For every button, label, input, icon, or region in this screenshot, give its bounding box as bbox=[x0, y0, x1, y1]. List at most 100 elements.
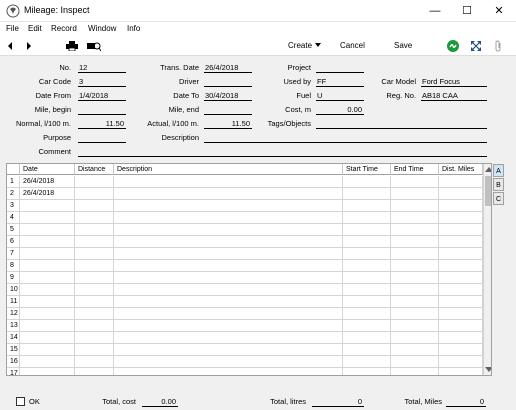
grid-cell[interactable] bbox=[114, 332, 343, 343]
grid-cell[interactable] bbox=[114, 320, 343, 331]
table-row[interactable]: 13 bbox=[7, 320, 483, 332]
mile-begin-field[interactable] bbox=[78, 105, 126, 115]
grid-cell[interactable] bbox=[343, 284, 391, 295]
grid-cell[interactable] bbox=[439, 308, 483, 319]
grid-cell[interactable] bbox=[114, 200, 343, 211]
grid-cell[interactable] bbox=[114, 284, 343, 295]
cost-m-field[interactable]: 0.00 bbox=[316, 105, 364, 115]
grid-cell[interactable] bbox=[439, 224, 483, 235]
ok-checkbox[interactable] bbox=[16, 397, 25, 406]
grid-cell[interactable] bbox=[75, 284, 114, 295]
grid-cell[interactable] bbox=[439, 260, 483, 271]
menu-record[interactable]: Record bbox=[51, 24, 77, 33]
comment-field[interactable] bbox=[78, 147, 487, 157]
grid-cell[interactable] bbox=[343, 212, 391, 223]
grid-cell[interactable] bbox=[343, 236, 391, 247]
tab-a[interactable]: A bbox=[493, 164, 504, 177]
grid-cell[interactable] bbox=[439, 296, 483, 307]
date-cell[interactable] bbox=[20, 344, 75, 355]
grid-cell[interactable] bbox=[114, 176, 343, 187]
grid-cell[interactable] bbox=[391, 284, 439, 295]
grid-cell[interactable] bbox=[343, 272, 391, 283]
grid-cell[interactable] bbox=[439, 272, 483, 283]
grid-cell[interactable] bbox=[75, 368, 114, 375]
purpose-field[interactable] bbox=[78, 133, 126, 143]
table-row[interactable]: 6 bbox=[7, 236, 483, 248]
table-row[interactable]: 16 bbox=[7, 356, 483, 368]
date-cell[interactable] bbox=[20, 272, 75, 283]
chevron-down-icon[interactable] bbox=[315, 43, 321, 47]
grid-cell[interactable] bbox=[75, 272, 114, 283]
grid-cell[interactable] bbox=[439, 332, 483, 343]
grid-cell[interactable] bbox=[75, 308, 114, 319]
grid-cell[interactable] bbox=[391, 308, 439, 319]
car-code-field[interactable]: 3 bbox=[78, 77, 126, 87]
grid-cell[interactable] bbox=[439, 188, 483, 199]
date-cell[interactable] bbox=[20, 236, 75, 247]
grid-cell[interactable] bbox=[114, 272, 343, 283]
grid-cell[interactable] bbox=[343, 356, 391, 367]
table-row[interactable]: 14 bbox=[7, 332, 483, 344]
reg-no-field[interactable]: AB18 CAA bbox=[421, 91, 487, 101]
grid-cell[interactable] bbox=[343, 296, 391, 307]
grid-scrollbar[interactable] bbox=[483, 164, 491, 375]
grid-cell[interactable] bbox=[75, 212, 114, 223]
grid-cell[interactable] bbox=[343, 188, 391, 199]
grid-cell[interactable] bbox=[439, 284, 483, 295]
menu-edit[interactable]: Edit bbox=[28, 24, 42, 33]
grid-cell[interactable] bbox=[114, 308, 343, 319]
grid-cell[interactable] bbox=[439, 368, 483, 375]
date-cell[interactable] bbox=[20, 320, 75, 331]
grid-cell[interactable] bbox=[439, 212, 483, 223]
status-ok-icon[interactable] bbox=[447, 40, 459, 52]
close-button[interactable]: ✕ bbox=[484, 0, 514, 22]
grid-cell[interactable] bbox=[439, 200, 483, 211]
grid-cell[interactable] bbox=[391, 200, 439, 211]
grid-cell[interactable] bbox=[343, 344, 391, 355]
table-row[interactable]: 17 bbox=[7, 368, 483, 375]
table-row[interactable]: 3 bbox=[7, 200, 483, 212]
previous-record-icon[interactable] bbox=[6, 41, 14, 51]
table-row[interactable]: 4 bbox=[7, 212, 483, 224]
grid-cell[interactable] bbox=[343, 320, 391, 331]
grid-cell[interactable] bbox=[391, 176, 439, 187]
fuel-field[interactable]: U bbox=[316, 91, 364, 101]
date-cell[interactable] bbox=[20, 212, 75, 223]
grid-cell[interactable] bbox=[75, 260, 114, 271]
table-row[interactable]: 9 bbox=[7, 272, 483, 284]
grid-cell[interactable] bbox=[343, 176, 391, 187]
grid-cell[interactable] bbox=[439, 344, 483, 355]
grid-cell[interactable] bbox=[114, 296, 343, 307]
print-icon[interactable] bbox=[66, 41, 78, 51]
grid-cell[interactable] bbox=[391, 224, 439, 235]
date-to-field[interactable]: 30/4/2018 bbox=[204, 91, 252, 101]
grid-cell[interactable] bbox=[391, 248, 439, 259]
grid-cell[interactable] bbox=[114, 356, 343, 367]
date-column-header[interactable]: Date bbox=[20, 164, 75, 175]
date-cell[interactable] bbox=[20, 284, 75, 295]
grid-cell[interactable] bbox=[75, 356, 114, 367]
tags-objects-field[interactable] bbox=[316, 119, 487, 129]
grid-cell[interactable] bbox=[343, 248, 391, 259]
date-cell[interactable] bbox=[20, 308, 75, 319]
menu-info[interactable]: Info bbox=[127, 24, 140, 33]
grid-cell[interactable] bbox=[391, 320, 439, 331]
date-cell[interactable] bbox=[20, 248, 75, 259]
grid-cell[interactable] bbox=[114, 368, 343, 375]
grid-cell[interactable] bbox=[343, 308, 391, 319]
table-row[interactable]: 5 bbox=[7, 224, 483, 236]
grid-cell[interactable] bbox=[343, 368, 391, 375]
end-time-column-header[interactable]: End Time bbox=[391, 164, 439, 175]
table-row[interactable]: 10 bbox=[7, 284, 483, 296]
date-cell[interactable] bbox=[20, 332, 75, 343]
grid-cell[interactable] bbox=[343, 332, 391, 343]
grid-cell[interactable] bbox=[343, 260, 391, 271]
grid-cell[interactable] bbox=[439, 248, 483, 259]
scroll-thumb[interactable] bbox=[485, 176, 491, 206]
mile-end-field[interactable] bbox=[204, 105, 252, 115]
grid-cell[interactable] bbox=[391, 212, 439, 223]
table-row[interactable]: 11 bbox=[7, 296, 483, 308]
create-button[interactable]: Create bbox=[288, 41, 312, 50]
grid-cell[interactable] bbox=[439, 176, 483, 187]
grid-cell[interactable] bbox=[391, 296, 439, 307]
